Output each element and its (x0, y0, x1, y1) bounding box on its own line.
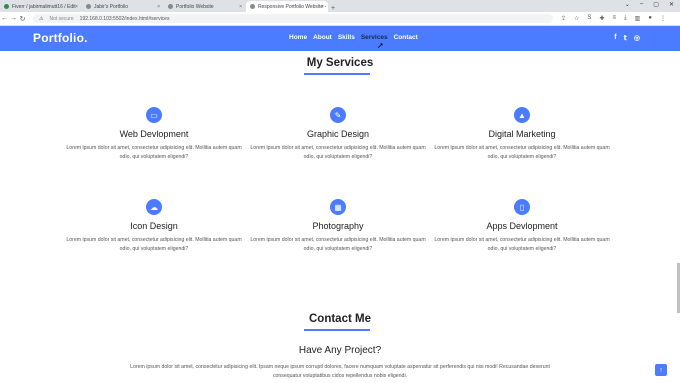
twitter-icon[interactable]: 𝕥 (624, 34, 627, 42)
calendar-icon: ▦ (330, 199, 346, 215)
close-tab-icon[interactable]: × (157, 4, 160, 10)
close-tab-icon[interactable]: × (75, 4, 78, 10)
share-icon[interactable]: ⇪ (561, 15, 566, 22)
browser-tab[interactable]: Jabir's Portfolio × (82, 1, 164, 12)
sidebar-icon[interactable]: ▥ (635, 15, 641, 22)
service-card: ▲ Digital Marketing Lorem ipsum dolor si… (432, 107, 612, 161)
heading-underline (304, 329, 370, 331)
service-text: Lorem ipsum dolor sit amet, consectetur … (434, 145, 610, 160)
extension-s-icon[interactable]: S (587, 15, 591, 22)
service-card: ▭ Web Devlopment Lorem ipsum dolor sit a… (64, 107, 244, 161)
security-status: Not secure (49, 15, 74, 22)
browser-tab[interactable]: Portfolio Website × (164, 1, 246, 12)
service-text: Lorem ipsum dolor sit amet, consectetur … (250, 145, 426, 160)
service-title: Graphic Design (306, 129, 370, 139)
contact-heading: Contact Me (309, 313, 371, 325)
close-tab-icon[interactable]: × (239, 4, 242, 10)
chevron-down-icon[interactable]: ⌄ (625, 1, 630, 8)
cloud-icon: ☁ (146, 199, 162, 215)
facebook-icon[interactable]: f (614, 34, 616, 42)
main-menu: Home About Skills Services Contact (289, 34, 418, 41)
new-tab-icon[interactable]: + (328, 5, 338, 12)
service-text: Lorem ipsum dolor sit amet, consectetur … (250, 237, 426, 252)
menu-dots-icon[interactable]: ⋮ (660, 15, 666, 22)
browser-tab-active[interactable]: Responsive Portfolio Website - × (246, 1, 328, 12)
contact-text: Lorem ipsum dolor sit amet, consectetur … (130, 364, 550, 379)
mouse-cursor-icon: ➚ (377, 41, 384, 50)
pen-icon: ✎ (330, 107, 346, 123)
service-text: Lorem ipsum dolor sit amet, consectetur … (66, 237, 242, 252)
window-controls: ⌄ – ▢ ✕ (625, 1, 674, 8)
download-icon[interactable]: ⤓ (624, 15, 627, 22)
menu-item-contact[interactable]: Contact (394, 34, 418, 41)
service-card: ✎ Graphic Design Lorem ipsum dolor sit a… (248, 107, 428, 161)
service-title: Web Devlopment (119, 129, 189, 139)
monitor-icon: ▭ (146, 107, 162, 123)
menu-item-about[interactable]: About (313, 34, 332, 41)
back-icon[interactable]: ← (0, 15, 9, 22)
url-field[interactable]: ⚠ Not secure 192.168.0.103:5502/index.ht… (33, 14, 553, 23)
service-card: ☁ Icon Design Lorem ipsum dolor sit amet… (64, 199, 244, 253)
instagram-icon[interactable]: ◎ (634, 34, 640, 42)
list-icon[interactable]: ≡ (612, 15, 616, 22)
service-title: Icon Design (130, 221, 178, 231)
warning-icon: ⚠ (39, 15, 44, 22)
contact-subheading: Have Any Project? (298, 345, 382, 356)
scroll-to-top-button[interactable]: ↑ (655, 364, 667, 376)
browser-tab[interactable]: Fiverr / jabirmalimutt16 / Edit × (0, 1, 82, 12)
close-tab-icon[interactable]: × (321, 4, 324, 10)
menu-item-home[interactable]: Home (289, 34, 307, 41)
services-heading: My Services (306, 57, 374, 69)
service-text: Lorem ipsum dolor sit amet, consectetur … (66, 145, 242, 160)
service-title: Photography (312, 221, 364, 231)
forward-icon[interactable]: → (9, 15, 18, 22)
site-header: Portfolio. Home About Skills Services Co… (0, 26, 680, 51)
mobile-icon: ▯ (514, 199, 530, 215)
service-title: Apps Devlopment (486, 221, 558, 231)
service-card: ▦ Photography Lorem ipsum dolor sit amet… (248, 199, 428, 253)
close-window-icon[interactable]: ✕ (669, 1, 674, 8)
globe-favicon-icon (168, 4, 173, 9)
social-links: f 𝕥 ◎ (614, 34, 640, 42)
globe-favicon-icon (250, 4, 255, 9)
fiverr-favicon-icon (4, 4, 9, 9)
service-text: Lorem ipsum dolor sit amet, consectetur … (434, 237, 610, 252)
menu-item-skills[interactable]: Skills (338, 34, 355, 41)
site-logo[interactable]: Portfolio. (33, 31, 88, 45)
tab-strip: Fiverr / jabirmalimutt16 / Edit × Jabir's… (0, 0, 680, 12)
minimize-icon[interactable]: – (640, 1, 643, 8)
puzzle-icon[interactable]: ✚ (599, 15, 604, 22)
menu-item-services[interactable]: Services (361, 34, 388, 41)
url-text: 192.168.0.103:5502/index.html#services (79, 15, 170, 22)
toolbar-icons: ⇪ ☆ S ✚ ≡ ⤓ ▥ ● ⋮ (561, 15, 666, 22)
star-icon[interactable]: ☆ (574, 15, 579, 22)
service-card: ▯ Apps Devlopment Lorem ipsum dolor sit … (432, 199, 612, 253)
address-bar: ← → ↻ ⚠ Not secure 192.168.0.103:5502/in… (0, 12, 680, 26)
profile-icon[interactable]: ● (648, 15, 652, 22)
service-title: Digital Marketing (488, 129, 556, 139)
chart-icon: ▲ (514, 107, 530, 123)
reload-icon[interactable]: ↻ (18, 15, 27, 23)
globe-favicon-icon (86, 4, 91, 9)
maximize-icon[interactable]: ▢ (653, 1, 659, 8)
heading-underline (304, 73, 370, 75)
